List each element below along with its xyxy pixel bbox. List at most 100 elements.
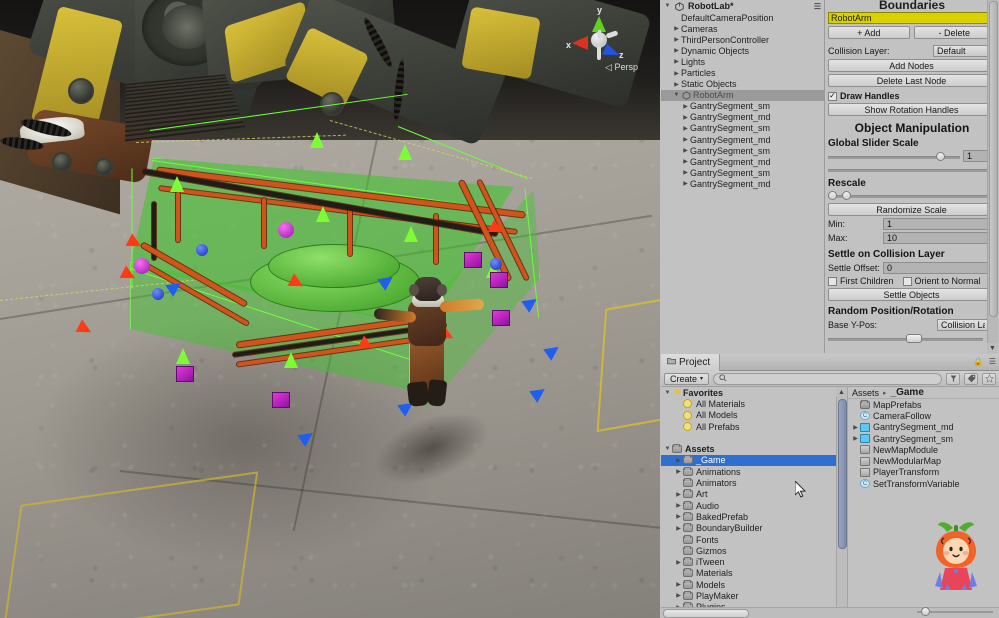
chevron-right-icon[interactable]: ▶ <box>672 47 681 54</box>
chevron-right-icon[interactable]: ▶ <box>672 25 681 32</box>
project-zoom-slider[interactable] <box>917 607 993 616</box>
hierarchy-item-lights[interactable]: ▶ Lights <box>661 56 824 67</box>
chevron-right-icon[interactable]: ▶ <box>674 491 683 498</box>
asset-item-mapprefabs[interactable]: MapPrefabs <box>848 399 999 410</box>
boundary-handle-cube[interactable] <box>492 310 510 326</box>
search-input[interactable] <box>713 372 942 385</box>
hierarchy-item-gantrysegment-sm[interactable]: ▶ GantrySegment_sm <box>661 101 824 112</box>
settle-objects-button[interactable]: Settle Objects <box>828 288 995 301</box>
chevron-right-icon[interactable]: ▶ <box>672 36 681 43</box>
chevron-right-icon[interactable]: ▶ <box>674 502 683 509</box>
inspector-panel[interactable]: Boundaries RobotArm + Add - Delete Colli… <box>825 0 999 353</box>
tab-project[interactable]: Project <box>661 354 721 371</box>
boundary-handle-cube[interactable] <box>490 272 508 288</box>
asset-item-settransformvariable[interactable]: C SetTransformVariable <box>848 478 999 489</box>
project-tree-scroll-up[interactable]: ▲ <box>836 387 847 397</box>
delete-button[interactable]: - Delete <box>913 26 995 39</box>
global-slider-secondary[interactable] <box>828 164 995 175</box>
randomize-scale-button[interactable]: Randomize Scale <box>828 203 995 216</box>
hierarchy-tree[interactable]: DefaultCameraPosition ▶ Cameras ▶ ThirdPerso… <box>661 12 824 190</box>
hierarchy-item-defaultcameraposition[interactable]: DefaultCameraPosition <box>661 12 824 23</box>
orient-to-normal-checkbox[interactable] <box>902 276 912 286</box>
project-tree-item-all-prefabs[interactable]: All Prefabs <box>661 421 847 432</box>
chevron-right-icon[interactable]: ▶ <box>674 525 683 532</box>
create-button[interactable]: Create ▾ <box>664 372 710 385</box>
project-tree-item-favorites[interactable]: ▼ ★ Favorites <box>661 387 847 398</box>
show-rotation-handles-button[interactable]: Show Rotation Handles <box>828 103 995 116</box>
chevron-right-icon[interactable]: ▶ <box>851 424 860 431</box>
boundary-handle-cube[interactable] <box>176 366 194 382</box>
project-asset-list[interactable]: MapPrefabs C CameraFollow ▶ GantrySegment_md… <box>848 399 999 489</box>
project-tree-item-animators[interactable]: Animators <box>661 477 847 488</box>
hierarchy-item-dynamic-objects[interactable]: ▶ Dynamic Objects <box>661 45 824 56</box>
project-tree-item-boundarybuilder[interactable]: ▶ BoundaryBuilder <box>661 523 847 534</box>
boundary-handle-sphere[interactable] <box>278 222 294 238</box>
asset-item-gantrysegment-md[interactable]: ▶ GantrySegment_md <box>848 422 999 433</box>
chevron-down-icon[interactable]: ▼ <box>663 390 672 396</box>
project-tree-item-models[interactable]: ▶ Models <box>661 579 847 590</box>
chevron-right-icon[interactable]: ▶ <box>681 125 690 132</box>
max-value-field[interactable]: 10 <box>883 232 995 244</box>
boundary-handle-sphere[interactable] <box>134 258 150 274</box>
hierarchy-item-robotarm[interactable]: ▼ RobotArm <box>661 89 824 101</box>
hierarchy-item-static-objects[interactable]: ▶ Static Objects <box>661 79 824 90</box>
chevron-down-icon[interactable]: ▼ <box>663 3 672 9</box>
hierarchy-scene-header[interactable]: ▼ RobotLab* ☰ <box>661 0 824 12</box>
asset-item-camerafollow[interactable]: C CameraFollow <box>848 410 999 421</box>
boundary-handle-cone[interactable] <box>310 132 324 148</box>
hierarchy-item-gantrysegment-sm[interactable]: ▶ GantrySegment_sm <box>661 145 824 156</box>
asset-item-playertransform[interactable]: PlayerTransform <box>848 467 999 478</box>
project-tree-item-fonts[interactable]: Fonts <box>661 534 847 545</box>
inspector-scrollbar[interactable] <box>987 0 998 343</box>
settle-offset-field[interactable]: 0 <box>883 262 995 274</box>
min-value-field[interactable]: 1 <box>883 218 995 230</box>
hierarchy-item-thirdpersoncontroller[interactable]: ▶ ThirdPersonController <box>661 34 824 45</box>
project-lock-icon[interactable]: 🔒 <box>973 357 983 366</box>
project-tree-scrollbar[interactable]: ▲ ▼ <box>836 387 847 618</box>
add-button[interactable]: + Add <box>828 26 910 39</box>
boundary-handle-cube[interactable] <box>272 392 290 408</box>
project-tree-item-gizmos[interactable]: Gizmos <box>661 545 847 556</box>
boundary-handle-cone[interactable] <box>170 176 184 192</box>
project-tree-item-audio[interactable]: ▶ Audio <box>661 500 847 511</box>
boundary-handle-cone[interactable] <box>404 226 418 242</box>
boundary-handle-cone[interactable] <box>284 352 298 368</box>
chevron-right-icon[interactable]: ▶ <box>681 180 690 187</box>
chevron-right-icon[interactable]: ▶ <box>674 592 683 599</box>
project-tree-item-art[interactable]: ▶ Art <box>661 489 847 500</box>
boundary-name-field[interactable]: RobotArm <box>828 12 995 24</box>
rescale-slider[interactable] <box>828 190 995 201</box>
chevron-right-icon[interactable]: ▶ <box>681 136 690 143</box>
chevron-right-icon[interactable]: ▶ <box>674 559 683 566</box>
hierarchy-item-gantrysegment-md[interactable]: ▶ GantrySegment_md <box>661 178 824 189</box>
project-tree-scrollbar-thumb[interactable] <box>838 399 847 549</box>
project-tree-item-bakedprefab[interactable]: ▶ BakedPrefab <box>661 511 847 522</box>
slider-knob[interactable] <box>936 151 945 161</box>
first-children-checkbox[interactable] <box>828 276 837 286</box>
asset-item-newmapmodule[interactable]: NewMapModule <box>848 444 999 455</box>
base-y-pos-knob[interactable] <box>906 334 922 343</box>
scene-view[interactable]: y x z ◁ Persp <box>0 0 660 618</box>
inspector-scrollbar-thumb[interactable] <box>989 1 998 317</box>
project-tree-item-assets[interactable]: ▼ Assets <box>661 443 847 454</box>
hierarchy-item-cameras[interactable]: ▶ Cameras <box>661 23 824 34</box>
hierarchy-menu-icon[interactable]: ☰ <box>814 2 821 11</box>
base-y-pos-slider[interactable] <box>828 333 983 344</box>
rescale-knob-min[interactable] <box>828 191 837 200</box>
chevron-right-icon[interactable]: ▶ <box>674 468 683 475</box>
chevron-right-icon[interactable]: ▶ <box>674 581 683 588</box>
project-tree-item-all-materials[interactable]: All Materials <box>661 398 847 409</box>
draw-handles-checkbox[interactable]: ✓ <box>828 91 837 101</box>
chevron-right-icon[interactable]: ▶ <box>672 70 681 77</box>
chevron-down-icon[interactable]: ▼ <box>663 446 672 452</box>
boundary-handle-sphere-blue[interactable] <box>152 288 164 300</box>
inspector-scroll-down-arrow[interactable]: ▼ <box>987 343 998 353</box>
chevron-right-icon[interactable]: ▶ <box>674 457 683 464</box>
add-nodes-button[interactable]: Add Nodes <box>828 59 995 72</box>
boundary-handle-cone[interactable] <box>176 348 190 364</box>
project-tree-item-all-models[interactable]: All Models <box>661 410 847 421</box>
project-horizontal-scrollbar[interactable] <box>661 607 999 618</box>
collision-layer-dropdown[interactable]: Default ▾ <box>933 45 995 57</box>
boundary-handle-cone[interactable] <box>398 144 412 160</box>
project-hscrollbar-thumb[interactable] <box>663 609 749 618</box>
